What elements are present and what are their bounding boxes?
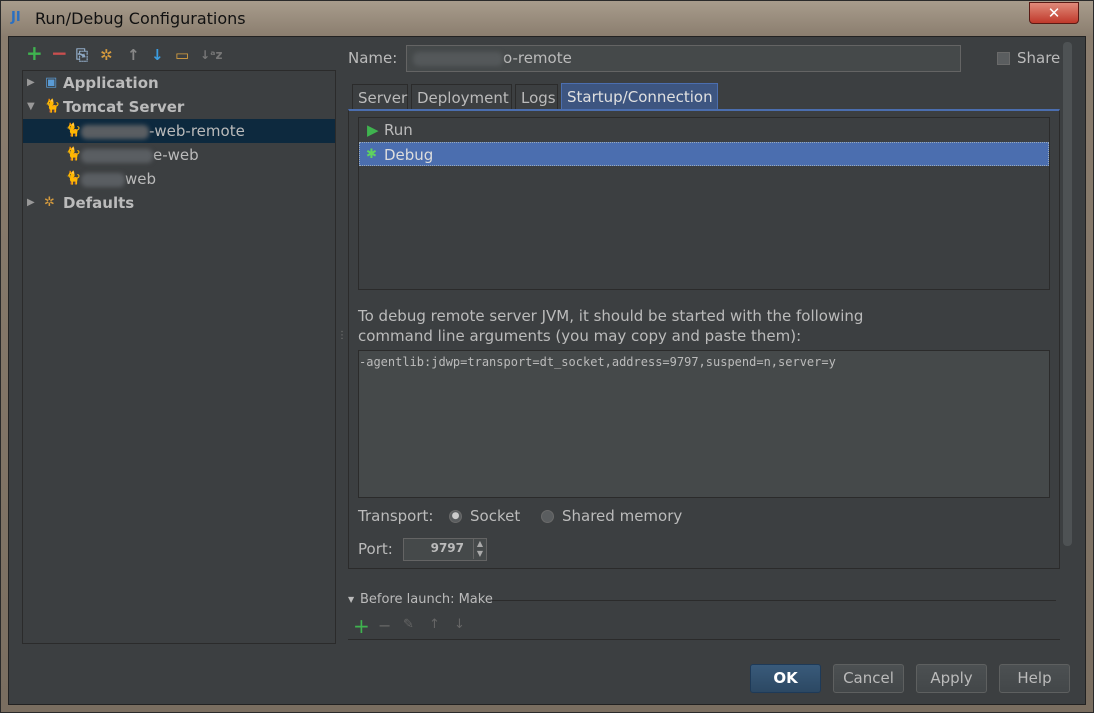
port-spinner[interactable]: 9797 ▲ ▼ <box>403 538 487 561</box>
edit-task-icon: ✎ <box>403 617 414 632</box>
config-tree: ▶ ▣ Application ▼ 🐈 Tomcat Server 🐈 -web… <box>22 70 336 644</box>
tomcat-icon: 🐈 <box>65 171 82 186</box>
mode-label: Run <box>384 121 413 139</box>
jvm-args-textarea[interactable]: -agentlib:jdwp=transport=dt_socket,addre… <box>358 350 1050 498</box>
divider <box>492 600 1056 601</box>
collapse-arrow-icon[interactable]: ▼ <box>27 95 35 119</box>
shared-memory-label[interactable]: Shared memory <box>562 507 682 525</box>
add-task-icon[interactable]: + <box>353 614 370 638</box>
close-button[interactable]: ✕ <box>1029 2 1079 24</box>
tree-item-application[interactable]: ▶ ▣ Application <box>23 71 335 95</box>
expand-arrow-icon[interactable]: ▶ <box>27 191 35 215</box>
tab-server[interactable]: Server <box>352 84 408 110</box>
remove-icon[interactable]: − <box>51 43 68 63</box>
tree-label: Application <box>63 74 159 92</box>
tab-deployment[interactable]: Deployment <box>411 84 512 110</box>
defaults-icon: ✲ <box>44 195 55 210</box>
tomcat-icon: 🐈 <box>44 99 61 114</box>
run-icon: ▶ <box>367 121 379 139</box>
tab-startup-connection[interactable]: Startup/Connection <box>561 83 718 110</box>
tree-item-config[interactable]: 🐈 web <box>23 167 335 191</box>
edit-defaults-icon[interactable]: ✲ <box>100 46 113 64</box>
transport-label: Transport: <box>358 507 434 525</box>
task-list <box>348 639 1060 645</box>
ok-button[interactable]: OK <box>750 664 821 693</box>
tomcat-icon: 🐈 <box>65 123 82 138</box>
collapse-arrow-icon[interactable]: ▼ <box>348 595 354 604</box>
scrollbar-thumb[interactable] <box>1063 42 1072 546</box>
name-label: Name: <box>348 49 398 67</box>
remove-task-icon: − <box>378 616 392 635</box>
share-checkbox[interactable] <box>997 52 1010 65</box>
tomcat-icon: 🐈 <box>65 147 82 162</box>
expand-arrow-icon[interactable]: ▶ <box>27 71 35 95</box>
tab-logs[interactable]: Logs <box>515 84 558 110</box>
folder-icon[interactable]: ▭ <box>175 46 189 64</box>
help-button[interactable]: Help <box>999 664 1070 693</box>
move-up-task-icon: ↑ <box>429 617 440 632</box>
tree-label: -web-remote <box>149 122 245 140</box>
tree-label: Defaults <box>63 194 135 212</box>
spinner-arrows-icon[interactable]: ▲ ▼ <box>472 539 483 559</box>
tree-item-defaults[interactable]: ▶ ✲ Defaults <box>23 191 335 215</box>
move-down-task-icon: ↓ <box>454 617 465 632</box>
mode-label: Debug <box>384 146 434 164</box>
apply-button[interactable]: Apply <box>916 664 987 693</box>
tree-label: Tomcat Server <box>63 98 185 116</box>
socket-label[interactable]: Socket <box>470 507 520 525</box>
tree-label: web <box>125 170 157 188</box>
copy-icon[interactable]: ⎘ <box>76 46 88 64</box>
tree-item-config[interactable]: 🐈 -web-remote <box>23 119 335 143</box>
mode-list: ▶ Run ✱ Debug <box>358 117 1050 290</box>
tree-label: e-web <box>153 146 199 164</box>
tree-item-tomcat-server[interactable]: ▼ 🐈 Tomcat Server <box>23 95 335 119</box>
shared-memory-radio[interactable] <box>541 510 554 523</box>
intellij-icon: JI <box>11 10 21 25</box>
share-label: Share <box>1017 49 1061 67</box>
port-label: Port: <box>358 540 393 558</box>
port-value[interactable]: 9797 <box>431 541 464 555</box>
move-up-icon[interactable]: ↑ <box>127 46 140 64</box>
debug-instructions: To debug remote server JVM, it should be… <box>358 307 864 345</box>
mode-item-run[interactable]: ▶ Run <box>359 118 1049 142</box>
debug-bug-icon: ✱ <box>366 147 377 162</box>
socket-radio[interactable]: ● <box>449 510 462 523</box>
move-down-icon[interactable]: ↓ <box>151 46 164 64</box>
tree-item-config[interactable]: 🐈 e-web <box>23 143 335 167</box>
name-input[interactable]: o-remote <box>406 45 961 72</box>
sort-icon[interactable]: ↓ᵃz <box>200 46 223 64</box>
cancel-button[interactable]: Cancel <box>833 664 904 693</box>
window-title: Run/Debug Configurations <box>35 9 246 28</box>
before-launch-label[interactable]: Before launch: Make <box>360 592 493 607</box>
splitter-handle[interactable]: ⋮ <box>337 330 347 341</box>
add-icon[interactable]: + <box>26 43 43 63</box>
application-icon: ▣ <box>45 75 58 90</box>
mode-item-debug[interactable]: ✱ Debug <box>359 142 1049 166</box>
